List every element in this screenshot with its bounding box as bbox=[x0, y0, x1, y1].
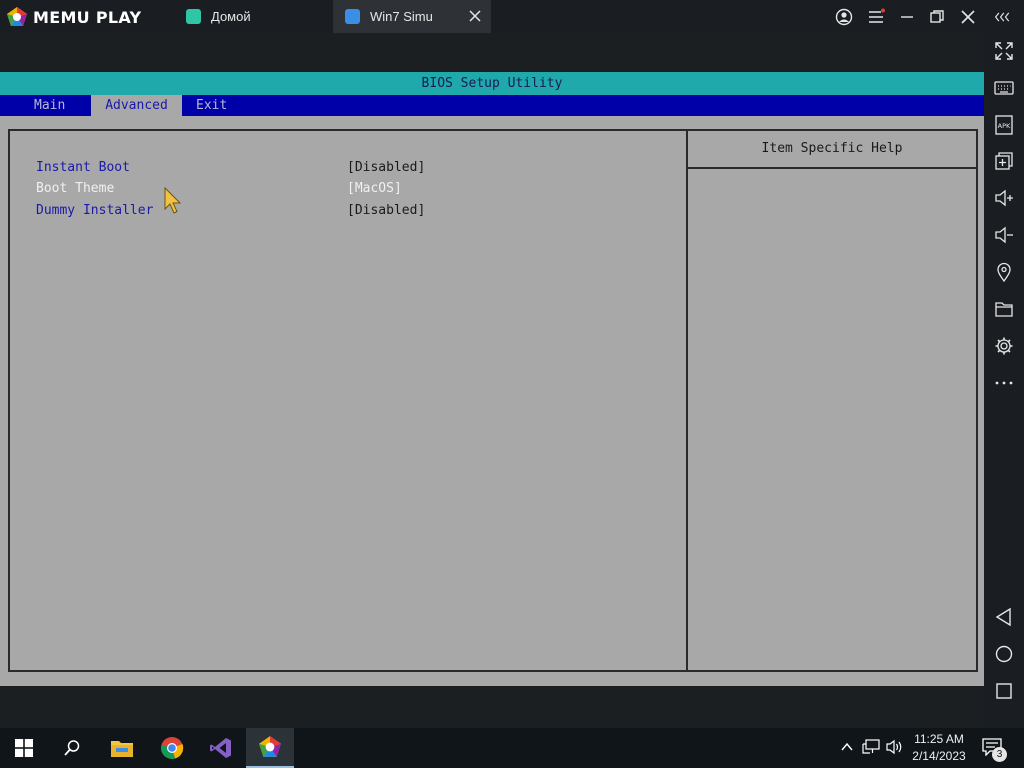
folder-icon[interactable] bbox=[994, 299, 1014, 319]
show-hidden-icons-icon[interactable] bbox=[840, 740, 854, 754]
add-window-icon[interactable] bbox=[994, 151, 1014, 171]
mouse-cursor-icon bbox=[164, 187, 182, 214]
bios-menu-main[interactable]: Main bbox=[34, 95, 65, 116]
memu-app-icon bbox=[259, 736, 281, 757]
restore-icon[interactable] bbox=[928, 8, 946, 26]
more-icon[interactable] bbox=[994, 373, 1014, 393]
search-button[interactable] bbox=[48, 728, 96, 768]
windows-taskbar: 11:25 AM 2/14/2023 3 bbox=[0, 728, 1024, 768]
close-tab-icon[interactable] bbox=[467, 8, 483, 24]
tab-home-label: Домой bbox=[211, 9, 251, 24]
panel-divider bbox=[686, 131, 688, 670]
bios-setup-utility: BIOS Setup Utility Main Advanced Exit It… bbox=[0, 72, 984, 686]
clock-date[interactable]: 2/14/2023 bbox=[906, 749, 972, 763]
location-icon[interactable] bbox=[994, 262, 1014, 282]
visual-studio-icon bbox=[210, 738, 231, 758]
bios-menu-advanced[interactable]: Advanced bbox=[91, 95, 182, 116]
keyboard-icon[interactable] bbox=[994, 78, 1014, 98]
bios-options-panel: Item Specific Help Instant Boot [Disable… bbox=[8, 129, 978, 672]
brand-text: MEMU PLAY bbox=[33, 7, 142, 27]
collapse-sidebar-icon[interactable] bbox=[994, 8, 1012, 26]
option-dummy-installer-label[interactable]: Dummy Installer bbox=[36, 203, 153, 218]
chrome-button[interactable] bbox=[148, 728, 196, 768]
notification-count-badge: 3 bbox=[992, 747, 1007, 762]
tab-home[interactable]: Домой bbox=[180, 0, 330, 33]
action-center-button[interactable]: 3 bbox=[982, 738, 1007, 762]
chrome-icon bbox=[161, 737, 184, 759]
minimize-icon[interactable] bbox=[898, 8, 916, 26]
memu-logo-icon bbox=[7, 7, 27, 26]
option-boot-theme-value[interactable]: [MacOS] bbox=[347, 181, 402, 196]
file-explorer-icon bbox=[111, 741, 133, 757]
bios-menu-exit[interactable]: Exit bbox=[196, 95, 227, 116]
start-button[interactable] bbox=[0, 728, 48, 768]
tab-win7-simu[interactable]: Win7 Simu bbox=[333, 0, 491, 33]
option-instant-boot-value[interactable]: [Disabled] bbox=[347, 160, 425, 175]
volume-icon[interactable] bbox=[886, 739, 904, 755]
clock-time[interactable]: 11:25 AM bbox=[906, 732, 972, 746]
memu-taskbar-button[interactable] bbox=[246, 728, 294, 768]
back-icon[interactable] bbox=[994, 607, 1014, 627]
search-icon bbox=[64, 740, 80, 756]
menu-icon[interactable] bbox=[867, 8, 885, 26]
apk-icon[interactable]: APK bbox=[994, 115, 1014, 135]
bios-menu-bar: Main Advanced Exit bbox=[0, 95, 984, 116]
recents-icon[interactable] bbox=[994, 681, 1014, 701]
network-icon[interactable] bbox=[862, 739, 880, 755]
visual-studio-button[interactable] bbox=[197, 728, 245, 768]
close-window-icon[interactable] bbox=[959, 8, 977, 26]
fullscreen-icon[interactable] bbox=[994, 41, 1014, 61]
memu-logo: MEMU PLAY bbox=[6, 6, 141, 28]
home-icon[interactable] bbox=[994, 644, 1014, 664]
emulator-toolbar: APK bbox=[984, 33, 1024, 728]
svg-text:APK: APK bbox=[998, 122, 1011, 130]
option-instant-boot-label[interactable]: Instant Boot bbox=[36, 160, 130, 175]
windows-start-icon bbox=[15, 739, 33, 757]
bios-title-bar: BIOS Setup Utility bbox=[0, 72, 984, 95]
settings-icon[interactable] bbox=[994, 336, 1014, 356]
title-bar: MEMU PLAY Домой Win7 Simu bbox=[0, 0, 1024, 33]
volume-down-icon[interactable] bbox=[994, 225, 1014, 245]
item-specific-help-title: Item Specific Help bbox=[688, 131, 976, 169]
file-explorer-button[interactable] bbox=[98, 728, 146, 768]
option-dummy-installer-value[interactable]: [Disabled] bbox=[347, 203, 425, 218]
volume-up-icon[interactable] bbox=[994, 188, 1014, 208]
account-icon[interactable] bbox=[835, 8, 853, 26]
tab-win7-simu-label: Win7 Simu bbox=[370, 9, 433, 24]
win7-simu-app-icon bbox=[345, 9, 360, 24]
home-app-icon bbox=[186, 9, 201, 24]
option-boot-theme-label[interactable]: Boot Theme bbox=[36, 181, 114, 196]
